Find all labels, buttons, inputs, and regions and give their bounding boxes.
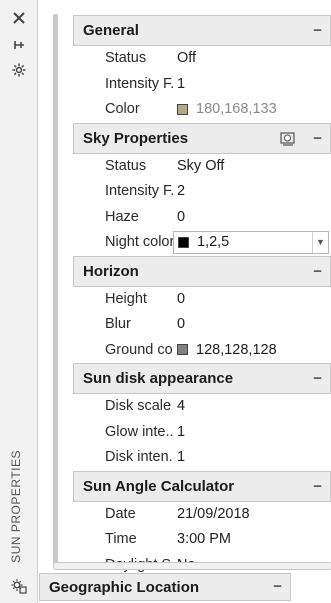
palette-title: SUN PROPERTIES bbox=[9, 450, 23, 563]
collapse-icon[interactable]: − bbox=[273, 578, 282, 595]
property-row[interactable]: Color 180,168,133 bbox=[73, 97, 331, 123]
property-value-text: 1,2,5 bbox=[197, 234, 230, 251]
property-value-text: 1 bbox=[177, 449, 186, 466]
property-label: Status bbox=[105, 50, 147, 67]
property-value-text: 180,168,133 bbox=[196, 101, 277, 118]
chevron-down-icon[interactable]: ▼ bbox=[312, 231, 328, 253]
property-row[interactable]: Time 3:00 PM bbox=[73, 527, 331, 553]
property-label: Blur bbox=[105, 316, 131, 333]
section-sun-disk-appearance: Sun disk appearance − Disk scale 4 Glow inte… bbox=[73, 363, 331, 471]
property-value[interactable]: 0 bbox=[173, 316, 331, 332]
property-value-text: 0 bbox=[177, 290, 186, 307]
property-value[interactable]: 1 bbox=[173, 424, 331, 440]
property-label: Haze bbox=[105, 208, 139, 225]
property-row[interactable]: Intensity F...1 bbox=[73, 72, 331, 97]
property-row[interactable]: Height 0 bbox=[73, 287, 331, 312]
property-value-text: 21/09/2018 bbox=[177, 505, 250, 522]
property-value[interactable]: 1 bbox=[173, 76, 331, 92]
property-value[interactable]: 3:00 PM bbox=[173, 531, 331, 547]
property-row[interactable]: Disk inten...1 bbox=[73, 445, 331, 471]
property-row[interactable]: Date 21/09/2018 bbox=[73, 502, 331, 527]
section-title: Sun disk appearance bbox=[83, 370, 234, 387]
collapse-icon[interactable]: − bbox=[313, 22, 322, 39]
property-label: Night color bbox=[105, 234, 173, 251]
section-title: Sun Angle Calculator bbox=[83, 477, 235, 495]
property-row[interactable]: Haze 0 bbox=[73, 205, 331, 230]
color-dropdown[interactable]: 1,2,5 ▼ bbox=[173, 230, 329, 254]
property-value[interactable]: Off bbox=[173, 50, 331, 66]
properties-panel: General−StatusOffIntensity F...1Color180… bbox=[39, 0, 331, 603]
section-header-geographic-location[interactable]: Geographic Location − bbox=[39, 573, 291, 601]
property-row[interactable]: Disk scale 4 bbox=[73, 394, 331, 420]
property-label: Disk inten... bbox=[105, 449, 173, 466]
property-label: Color bbox=[105, 101, 140, 118]
settings-icon[interactable] bbox=[11, 62, 27, 78]
section-title: General bbox=[83, 22, 139, 39]
property-label: Ground co... bbox=[105, 341, 173, 358]
property-label: Intensity F... bbox=[105, 75, 173, 92]
vertical-scrollbar[interactable] bbox=[53, 14, 58, 566]
property-label: Date bbox=[105, 505, 136, 522]
property-row[interactable]: Status Off bbox=[73, 46, 331, 72]
collapse-icon[interactable]: − bbox=[313, 478, 322, 495]
color-swatch-icon bbox=[177, 103, 188, 115]
property-row[interactable]: Ground co... 128,128,128 bbox=[73, 338, 331, 363]
property-label: Disk scale bbox=[105, 398, 172, 415]
section-header-horizon[interactable]: Horizon − bbox=[73, 255, 331, 287]
property-value-text: 3:00 PM bbox=[177, 531, 231, 548]
sun-icon[interactable] bbox=[11, 578, 27, 594]
property-value-text: 0 bbox=[177, 316, 186, 333]
property-value[interactable]: 180,168,133 bbox=[173, 101, 331, 117]
color-swatch-icon bbox=[177, 344, 188, 356]
section-title: Geographic Location bbox=[49, 578, 200, 596]
property-value-text: Off bbox=[177, 50, 197, 67]
property-label: Glow inte... bbox=[105, 423, 173, 440]
property-row[interactable]: Glow inte... 1 bbox=[73, 420, 331, 445]
section-title: Sky Properties bbox=[83, 129, 189, 147]
property-value[interactable]: 21/09/2018 bbox=[173, 506, 331, 522]
close-icon[interactable] bbox=[11, 10, 27, 26]
collapse-icon[interactable]: − bbox=[313, 370, 322, 387]
collapse-icon[interactable]: − bbox=[313, 263, 322, 280]
horizontal-scrollbar[interactable] bbox=[53, 562, 331, 570]
property-row[interactable]: Night color 1,2,5 ▼ bbox=[73, 230, 331, 256]
section-title: Horizon bbox=[83, 262, 139, 280]
property-value[interactable]: 1 bbox=[173, 449, 331, 465]
property-row[interactable]: Status Sky Off bbox=[73, 154, 331, 179]
section-header-sun-angle-calculator[interactable]: Sun Angle Calculator − bbox=[73, 470, 331, 502]
section-general: General−StatusOffIntensity F...1Color180… bbox=[73, 15, 331, 123]
property-value[interactable]: 0 bbox=[173, 209, 331, 225]
collapse-icon[interactable]: − bbox=[313, 130, 322, 147]
property-sections: General−StatusOffIntensity F...1Color180… bbox=[73, 15, 331, 578]
pin-icon[interactable] bbox=[11, 37, 27, 53]
property-value[interactable]: 128,128,128 bbox=[173, 342, 331, 358]
property-label: Status bbox=[105, 157, 147, 174]
section-header-sky-properties[interactable]: Sky Properties − bbox=[73, 122, 331, 154]
property-value[interactable]: Sky Off bbox=[173, 158, 331, 174]
property-value-text: 1 bbox=[177, 75, 186, 92]
property-row[interactable]: Intensity F...2 bbox=[73, 179, 331, 205]
property-value-text: 128,128,128 bbox=[196, 341, 277, 358]
palette-title-strip: SUN PROPERTIES bbox=[0, 0, 38, 603]
property-value-text: Sky Off bbox=[177, 157, 225, 174]
color-swatch-icon bbox=[178, 236, 189, 248]
property-label: Intensity F... bbox=[105, 183, 173, 200]
section-horizon: Horizon−Height0Blur0Ground co...128,128,… bbox=[73, 255, 331, 363]
section-sky-properties: Sky Properties−StatusSky OffIntensity F.… bbox=[73, 122, 331, 256]
property-value-text: 0 bbox=[177, 208, 186, 225]
property-label: Height bbox=[105, 290, 147, 307]
property-row[interactable]: Blur 0 bbox=[73, 312, 331, 338]
section-header-general[interactable]: General − bbox=[73, 15, 331, 46]
property-value[interactable]: 0 bbox=[173, 291, 331, 307]
preview-icon[interactable] bbox=[280, 131, 296, 147]
property-value-text: 1 bbox=[177, 423, 186, 440]
property-label: Time bbox=[105, 531, 137, 548]
section-header-sun-disk-appearance[interactable]: Sun disk appearance − bbox=[73, 363, 331, 394]
property-value-text: 4 bbox=[177, 398, 186, 415]
property-value[interactable]: 4 bbox=[173, 398, 331, 414]
property-value-text: 2 bbox=[177, 183, 186, 200]
property-value[interactable]: 2 bbox=[173, 183, 331, 199]
